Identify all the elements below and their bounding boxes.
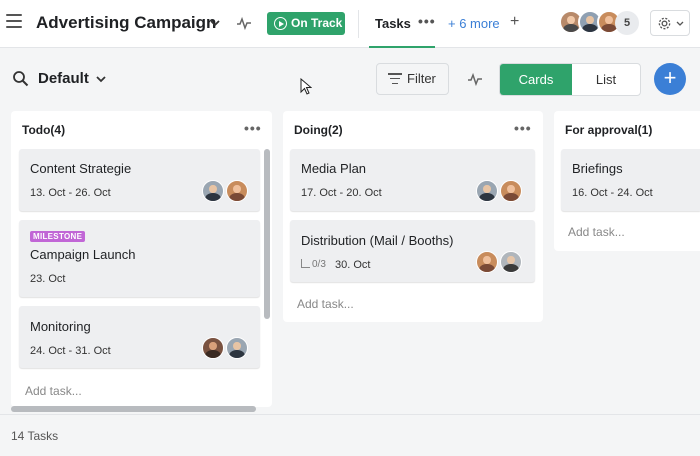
add-tab-button[interactable]: + — [510, 13, 519, 31]
horizontal-scrollbar[interactable] — [11, 406, 256, 412]
view-selector[interactable]: Default — [38, 70, 89, 87]
filter-label: Filter — [407, 71, 436, 86]
play-icon — [274, 17, 287, 30]
card-title: Campaign Launch — [30, 247, 136, 262]
subtask-counter: 0/3 — [301, 259, 326, 270]
avatar — [226, 180, 248, 202]
settings-button[interactable] — [650, 10, 690, 36]
add-task-link[interactable]: Add task... — [568, 225, 625, 239]
filter-icon — [388, 73, 402, 85]
card-title: Monitoring — [30, 319, 91, 334]
activity-icon[interactable] — [236, 15, 252, 31]
card-title: Briefings — [572, 161, 623, 176]
list-view-button[interactable]: List — [572, 64, 640, 95]
task-card[interactable]: Monitoring 24. Oct - 31. Oct — [19, 306, 260, 368]
status-button[interactable]: On Track — [267, 12, 345, 35]
search-icon[interactable] — [12, 70, 29, 87]
task-card[interactable]: Media Plan 17. Oct - 20. Oct — [290, 149, 535, 211]
more-dots-icon[interactable]: ••• — [418, 13, 436, 29]
card-dates: 17. Oct - 20. Oct — [301, 187, 382, 199]
subtask-icon — [301, 259, 310, 268]
column-title: Todo(4) — [22, 123, 66, 137]
active-tab-indicator — [369, 46, 435, 48]
card-title: Content Strategie — [30, 161, 132, 176]
menu-icon[interactable] — [6, 14, 22, 30]
column-menu-icon[interactable]: ••• — [244, 120, 262, 136]
top-bar: Advertising Campaign On Track Tasks ••• … — [0, 0, 700, 48]
project-title[interactable]: Advertising Campaign — [36, 13, 216, 33]
tab-tasks[interactable]: Tasks — [375, 16, 411, 31]
add-button[interactable]: + — [654, 63, 686, 95]
chevron-down-icon[interactable] — [95, 74, 107, 84]
avatar — [202, 337, 224, 359]
subtask-count: 0/3 — [312, 259, 326, 270]
milestone-badge: MILESTONE — [30, 231, 86, 242]
task-card[interactable]: MILESTONE Campaign Launch 23. Oct — [19, 220, 260, 297]
card-dates: 23. Oct — [30, 273, 66, 285]
task-card[interactable]: Distribution (Mail / Booths) 0/3 30. Oct — [290, 220, 535, 282]
gear-icon — [658, 17, 671, 30]
member-count-badge[interactable]: 5 — [615, 11, 639, 35]
avatar — [202, 180, 224, 202]
chevron-down-icon — [676, 21, 684, 26]
column-title: Doing(2) — [294, 123, 343, 137]
avatar — [476, 251, 498, 273]
add-task-link[interactable]: Add task... — [25, 384, 82, 398]
footer-divider — [0, 414, 700, 415]
mouse-cursor-icon — [300, 78, 312, 95]
filter-button[interactable]: Filter — [376, 63, 449, 95]
activity-icon[interactable] — [467, 71, 483, 87]
cards-view-button[interactable]: Cards — [500, 64, 572, 95]
column-title: For approval(1) — [565, 123, 653, 137]
vertical-scrollbar[interactable] — [264, 149, 270, 319]
card-title: Media Plan — [301, 161, 367, 176]
board-column-for-approval: For approval(1) Briefings 16. Oct - 24. … — [554, 111, 700, 251]
task-card[interactable]: Briefings 16. Oct - 24. Oct — [561, 149, 700, 211]
card-dates: 30. Oct — [335, 259, 371, 271]
more-tabs-link[interactable]: + 6 more — [448, 16, 500, 31]
divider — [358, 10, 359, 38]
card-dates: 24. Oct - 31. Oct — [30, 345, 111, 357]
avatar — [500, 251, 522, 273]
card-dates: 16. Oct - 24. Oct — [572, 187, 653, 199]
status-label: On Track — [291, 16, 343, 30]
task-count: 14 Tasks — [11, 429, 59, 443]
view-toggle: Cards List — [499, 63, 641, 96]
column-menu-icon[interactable]: ••• — [514, 120, 532, 136]
avatar — [500, 180, 522, 202]
chevron-down-icon[interactable] — [209, 18, 221, 28]
task-card[interactable]: Content Strategie 13. Oct - 26. Oct — [19, 149, 260, 211]
board-column-todo: Todo(4) ••• Content Strategie 13. Oct - … — [11, 111, 272, 407]
add-task-link[interactable]: Add task... — [297, 297, 354, 311]
avatar — [476, 180, 498, 202]
avatar — [226, 337, 248, 359]
card-dates: 13. Oct - 26. Oct — [30, 187, 111, 199]
card-title: Distribution (Mail / Booths) — [301, 233, 454, 248]
board-column-doing: Doing(2) ••• Media Plan 17. Oct - 20. Oc… — [283, 111, 543, 322]
